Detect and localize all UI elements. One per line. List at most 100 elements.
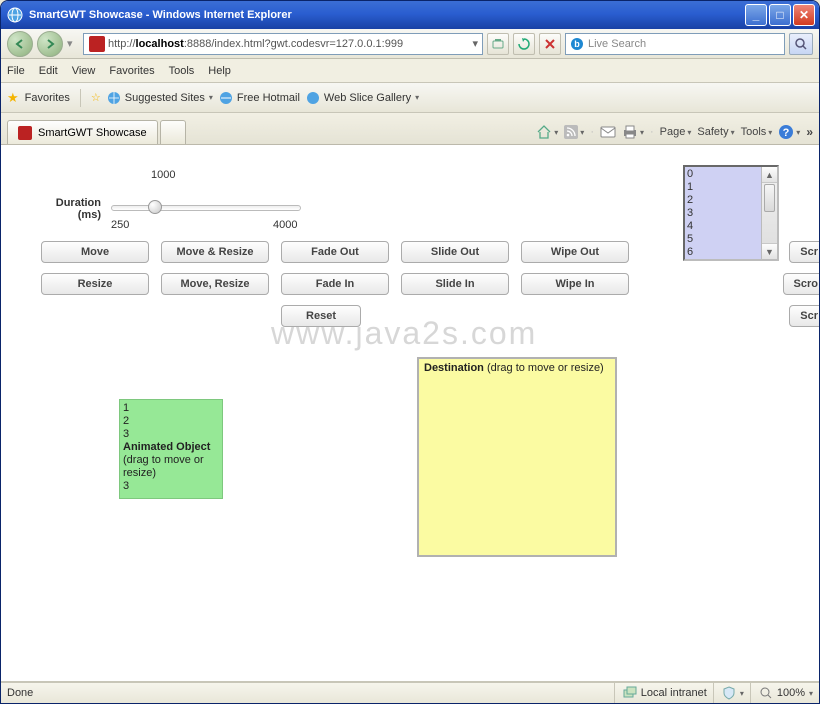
menu-favorites[interactable]: Favorites	[109, 65, 154, 77]
help-button[interactable]: ?▾	[778, 124, 800, 140]
ie-small-icon	[306, 91, 320, 105]
right-button-3[interactable]: Scr	[789, 305, 819, 327]
list-item[interactable]: 2	[687, 194, 759, 207]
list-item[interactable]: 6	[687, 246, 759, 259]
scrollbar-thumb[interactable]	[764, 184, 775, 212]
shield-icon	[722, 686, 736, 700]
menu-view[interactable]: View	[72, 65, 96, 77]
search-placeholder: Live Search	[588, 38, 646, 50]
stop-icon	[545, 39, 555, 49]
forward-button[interactable]	[37, 31, 63, 57]
ie-small-icon	[107, 91, 121, 105]
address-text: http://localhost:8888/index.html?gwt.cod…	[108, 38, 470, 50]
move-button[interactable]: Move	[41, 241, 149, 263]
free-hotmail-link[interactable]: Free Hotmail	[219, 91, 300, 105]
move-resize-button[interactable]: Move, Resize	[161, 273, 269, 295]
move-and-resize-button[interactable]: Move & Resize	[161, 241, 269, 263]
feeds-button[interactable]: ▾	[564, 125, 584, 139]
close-button[interactable]: ✕	[793, 4, 815, 26]
arrow-right-icon	[44, 38, 56, 50]
svg-text:?: ?	[783, 127, 790, 139]
address-bar[interactable]: http://localhost:8888/index.html?gwt.cod…	[83, 33, 483, 55]
animbox-title: Animated Object	[123, 441, 210, 453]
titlebar[interactable]: SmartGWT Showcase - Windows Internet Exp…	[1, 1, 819, 29]
security-zone[interactable]: Local intranet	[614, 683, 707, 703]
zoom-control[interactable]: 100% ▾	[750, 683, 813, 703]
fade-in-button[interactable]: Fade In	[281, 273, 389, 295]
list-item[interactable]: 1	[687, 181, 759, 194]
read-mail-button[interactable]	[600, 126, 616, 138]
listbox-items[interactable]: 0 1 2 3 4 5 6	[685, 167, 761, 259]
destination-box[interactable]: Destination (drag to move or resize)	[417, 357, 617, 557]
compat-view-button[interactable]	[487, 33, 509, 55]
page-menu[interactable]: Page▾	[660, 126, 692, 138]
search-icon	[794, 37, 808, 51]
svg-text:b: b	[574, 39, 580, 49]
wipe-in-button[interactable]: Wipe In	[521, 273, 629, 295]
compat-icon	[491, 37, 505, 51]
tab-title: SmartGWT Showcase	[38, 127, 147, 139]
stop-button[interactable]	[539, 33, 561, 55]
menu-tools[interactable]: Tools	[169, 65, 195, 77]
ie-window: SmartGWT Showcase - Windows Internet Exp…	[0, 0, 820, 704]
slider-label: Duration(ms)	[41, 197, 101, 221]
slider-max-label: 4000	[273, 219, 297, 231]
fade-out-button[interactable]: Fade Out	[281, 241, 389, 263]
overflow-chevron-icon[interactable]: »	[806, 125, 813, 139]
menu-edit[interactable]: Edit	[39, 65, 58, 77]
separator: ·	[650, 126, 654, 138]
help-icon: ?	[778, 124, 794, 140]
web-slice-gallery-link[interactable]: Web Slice Gallery▾	[306, 91, 419, 105]
separator	[80, 89, 81, 107]
window-title: SmartGWT Showcase - Windows Internet Exp…	[29, 9, 745, 21]
add-favorite-icon[interactable]: ☆	[91, 91, 101, 104]
protected-mode[interactable]: ▾	[713, 683, 744, 703]
destbox-hint: (drag to move or resize)	[484, 362, 604, 374]
right-button-2[interactable]: Scro	[783, 273, 819, 295]
resize-button[interactable]: Resize	[41, 273, 149, 295]
home-button[interactable]: ▾	[536, 124, 558, 140]
new-tab-button[interactable]	[160, 120, 186, 144]
favorites-star-icon[interactable]: ★	[7, 90, 19, 106]
favorites-label[interactable]: Favorites	[25, 92, 70, 104]
ie-small-icon	[219, 91, 233, 105]
animated-object-box[interactable]: 1 2 3 Animated Object (drag to move or r…	[119, 399, 223, 499]
listbox-scrollbar[interactable]: ▲ ▼	[761, 167, 777, 259]
print-button[interactable]: ▾	[622, 125, 644, 139]
safety-menu[interactable]: Safety▾	[697, 126, 734, 138]
scroll-up-icon[interactable]: ▲	[762, 167, 777, 183]
tools-menu[interactable]: Tools▾	[741, 126, 773, 138]
search-input[interactable]: b Live Search	[565, 33, 785, 55]
refresh-button[interactable]	[513, 33, 535, 55]
back-button[interactable]	[7, 31, 33, 57]
slider-track[interactable]	[111, 205, 301, 211]
list-item[interactable]: 4	[687, 220, 759, 233]
list-item[interactable]: 0	[687, 168, 759, 181]
arrow-left-icon	[14, 38, 26, 50]
menu-file[interactable]: File	[7, 65, 25, 77]
reset-button[interactable]: Reset	[281, 305, 361, 327]
maximize-button[interactable]: □	[769, 4, 791, 26]
minimize-button[interactable]: _	[745, 4, 767, 26]
rss-icon	[564, 125, 578, 139]
slide-in-button[interactable]: Slide In	[401, 273, 509, 295]
tab-row: SmartGWT Showcase ▾ ▾ · ▾ · Page▾ Safety…	[1, 113, 819, 145]
separator: ·	[590, 126, 594, 138]
slider-thumb[interactable]	[148, 200, 162, 214]
suggested-sites-link[interactable]: Suggested Sites▾	[107, 91, 213, 105]
command-bar: ▾ ▾ · ▾ · Page▾ Safety▾ Tools▾ ?▾ »	[536, 124, 813, 140]
slide-out-button[interactable]: Slide Out	[401, 241, 509, 263]
favorites-bar: ★ Favorites ☆ Suggested Sites▾ Free Hotm…	[1, 83, 819, 113]
tab-smartgwt[interactable]: SmartGWT Showcase	[7, 120, 158, 144]
scroll-down-icon[interactable]: ▼	[762, 243, 777, 259]
wipe-out-button[interactable]: Wipe Out	[521, 241, 629, 263]
address-dropdown-icon[interactable]: ▾	[470, 37, 480, 50]
nav-history-dropdown[interactable]: ▾	[67, 34, 79, 54]
search-button[interactable]	[789, 33, 813, 55]
list-item[interactable]: 3	[687, 207, 759, 220]
tab-favicon	[18, 126, 32, 140]
list-item[interactable]: 5	[687, 233, 759, 246]
right-button-1[interactable]: Scr	[789, 241, 819, 263]
sample-listbox[interactable]: 0 1 2 3 4 5 6 ▲ ▼	[683, 165, 779, 261]
menu-help[interactable]: Help	[208, 65, 231, 77]
